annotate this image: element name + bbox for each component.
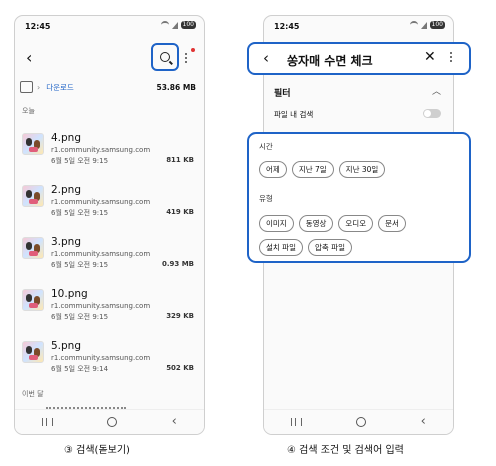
- home-icon[interactable]: [107, 417, 118, 427]
- type-group-label: 유형: [259, 194, 273, 203]
- filter-panel: 시간 어제 지난 7일 지난 30일 유형 이미지 동영상 오디오 문서 설치 …: [247, 132, 471, 263]
- breadcrumb: › 다운로드 53.86 MB: [20, 79, 196, 95]
- back-nav-icon[interactable]: ‹: [172, 415, 177, 428]
- more-options-icon[interactable]: [185, 53, 187, 63]
- chip-videos[interactable]: 동영상: [298, 215, 334, 232]
- back-nav-icon[interactable]: ‹: [421, 415, 426, 428]
- folder-home-icon[interactable]: [20, 81, 33, 93]
- status-bar: 12:45 100: [264, 16, 453, 36]
- image-thumbnail: [22, 185, 44, 207]
- file-date: 6월 5일 오전 9:14: [51, 365, 109, 373]
- type-chips-row2: 설치 파일 압축 파일: [259, 239, 352, 256]
- list-item[interactable]: 2.png r1.community.samsung.com 6월 5일 오전 …: [20, 172, 198, 224]
- recent-apps-icon[interactable]: [42, 418, 54, 426]
- signal-icon: [420, 21, 427, 29]
- section-this-month: 이번 달: [22, 390, 44, 398]
- list-item[interactable]: 3.png r1.community.samsung.com 6월 5일 오전 …: [20, 224, 198, 276]
- recent-apps-icon[interactable]: [291, 418, 303, 426]
- in-file-search-label: 파일 내 검색: [274, 110, 314, 119]
- file-size: 419 KB: [166, 208, 194, 216]
- time-group-label: 시간: [259, 142, 273, 151]
- search-bar[interactable]: ‹ 쏭자매 수면 체크 ✕: [247, 42, 471, 75]
- chip-yesterday[interactable]: 어제: [259, 161, 287, 178]
- file-date: 6월 5일 오전 9:15: [51, 313, 109, 321]
- file-source: r1.community.samsung.com: [51, 302, 151, 310]
- file-date: 6월 5일 오전 9:15: [51, 209, 109, 217]
- file-size: 502 KB: [166, 364, 194, 372]
- status-bar: 12:45 100: [15, 16, 204, 36]
- file-name: 3.png: [51, 236, 82, 248]
- file-name: 5.png: [51, 340, 82, 352]
- image-thumbnail: [22, 237, 44, 259]
- more-options-icon[interactable]: [450, 52, 452, 62]
- file-date: 6월 5일 오전 9:15: [51, 157, 109, 165]
- list-item[interactable]: 4.png r1.community.samsung.com 6월 5일 오전 …: [20, 120, 198, 172]
- chevron-up-icon[interactable]: ︿: [432, 84, 441, 97]
- status-icons: 100: [160, 21, 196, 29]
- image-thumbnail: [22, 133, 44, 155]
- status-icons: 100: [409, 21, 445, 29]
- caption-right: ④ 검색 조건 및 검색어 입력: [287, 445, 404, 456]
- storage-size: 53.86 MB: [156, 82, 196, 92]
- file-date: 6월 5일 오전 9:15: [51, 261, 109, 269]
- time-chips: 어제 지난 7일 지난 30일: [259, 161, 386, 178]
- breadcrumb-downloads[interactable]: 다운로드: [46, 82, 74, 93]
- chevron-right-icon: ›: [37, 82, 41, 92]
- file-size: 811 KB: [166, 156, 194, 164]
- chip-last-7-days[interactable]: 지난 7일: [291, 161, 334, 178]
- back-arrow-icon[interactable]: ‹: [26, 50, 32, 66]
- chip-documents[interactable]: 문서: [378, 215, 406, 232]
- file-size: 0.93 MB: [161, 260, 194, 268]
- chip-images[interactable]: 이미지: [259, 215, 294, 232]
- chip-install-files[interactable]: 설치 파일: [259, 239, 303, 256]
- type-chips-row1: 이미지 동영상 오디오 문서: [259, 215, 406, 232]
- wifi-icon: [409, 21, 418, 29]
- partial-list-item: [46, 407, 126, 415]
- file-source: r1.community.samsung.com: [51, 250, 151, 258]
- battery-icon: 100: [180, 21, 196, 29]
- file-size: 329 KB: [166, 312, 194, 320]
- status-time: 12:45: [274, 22, 300, 31]
- clear-icon[interactable]: ✕: [424, 49, 436, 65]
- file-source: r1.community.samsung.com: [51, 354, 151, 362]
- chip-last-30-days[interactable]: 지난 30일: [338, 161, 386, 178]
- file-name: 2.png: [51, 184, 82, 196]
- system-nav-bar: ‹: [264, 409, 453, 434]
- search-button[interactable]: [151, 43, 179, 71]
- list-item[interactable]: 10.png r1.community.samsung.com 6월 5일 오전…: [20, 276, 198, 328]
- search-icon: [160, 52, 170, 62]
- chip-audio[interactable]: 오디오: [338, 215, 374, 232]
- list-item[interactable]: 5.png r1.community.samsung.com 6월 5일 오전 …: [20, 328, 198, 380]
- file-list: 4.png r1.community.samsung.com 6월 5일 오전 …: [20, 120, 198, 380]
- file-source: r1.community.samsung.com: [51, 146, 151, 154]
- signal-icon: [171, 21, 178, 29]
- chip-compressed-files[interactable]: 압축 파일: [307, 239, 352, 256]
- notification-dot: [191, 48, 195, 52]
- filter-title: 필터: [274, 89, 291, 99]
- home-icon[interactable]: [356, 417, 367, 427]
- search-input[interactable]: 쏭자매 수면 체크: [287, 52, 373, 69]
- file-source: r1.community.samsung.com: [51, 198, 151, 206]
- wifi-icon: [160, 21, 169, 29]
- in-file-search-toggle[interactable]: [423, 109, 441, 118]
- file-name: 10.png: [51, 288, 88, 300]
- image-thumbnail: [22, 289, 44, 311]
- section-today: 오늘: [22, 107, 35, 115]
- file-name: 4.png: [51, 132, 82, 144]
- caption-left: ③ 검색(돋보기): [64, 445, 130, 456]
- back-arrow-icon[interactable]: ‹: [263, 50, 269, 66]
- status-time: 12:45: [25, 22, 51, 31]
- image-thumbnail: [22, 341, 44, 363]
- battery-icon: 100: [429, 21, 445, 29]
